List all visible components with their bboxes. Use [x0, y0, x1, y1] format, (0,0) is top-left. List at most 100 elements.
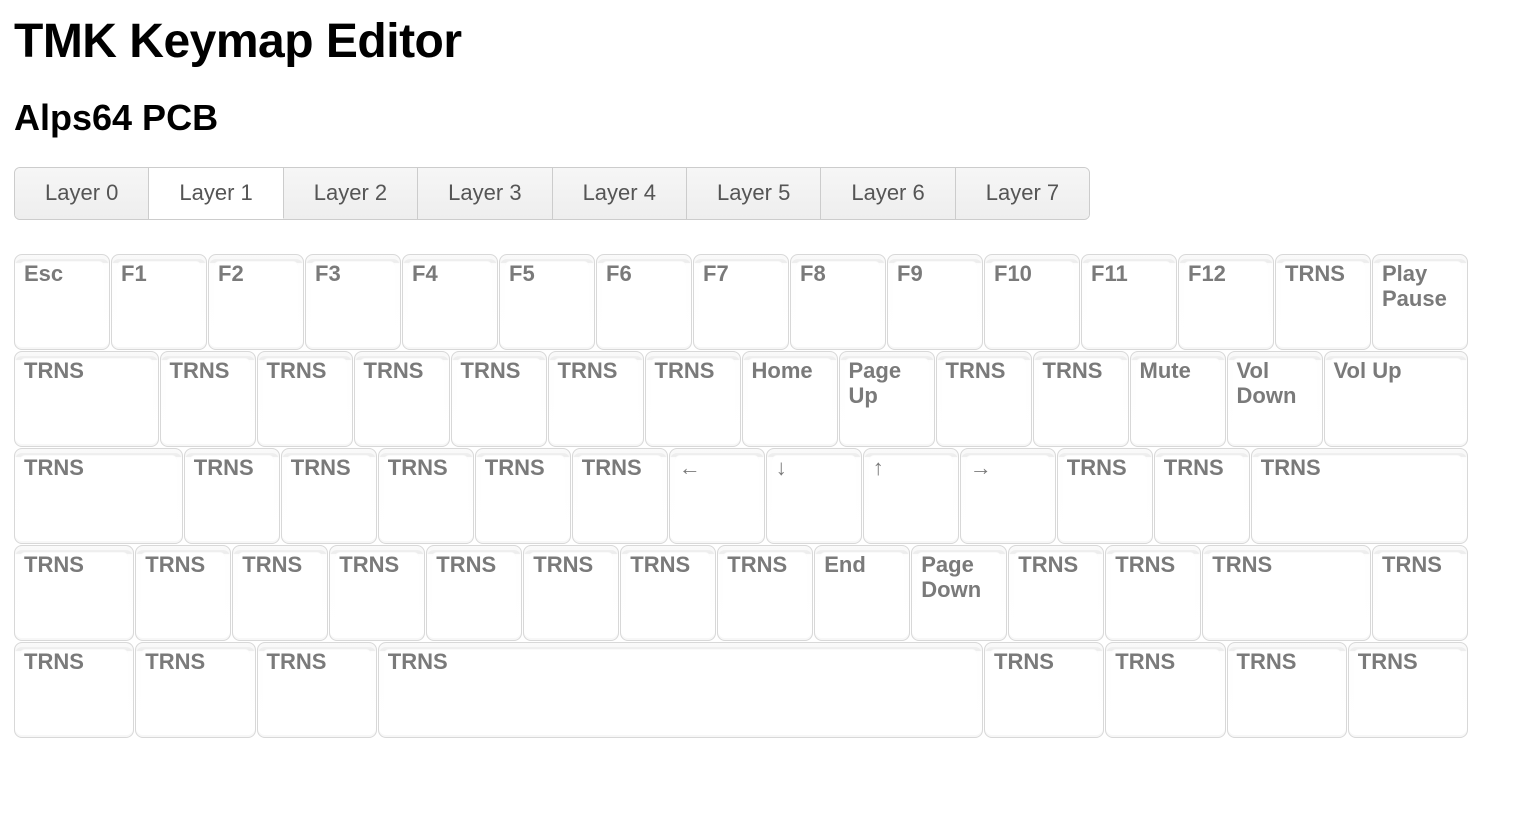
- key-label: ↑: [873, 455, 952, 480]
- key-r3-x14[interactable]: TRNS: [1372, 545, 1468, 641]
- key-r2-x7.75[interactable]: ↓: [766, 448, 862, 544]
- key-r3-x0[interactable]: TRNS: [14, 545, 134, 641]
- key-r1-x13.5[interactable]: Vol Up: [1324, 351, 1469, 447]
- key-r1-x11.5[interactable]: Mute: [1130, 351, 1226, 447]
- key-r4-x2.5[interactable]: TRNS: [257, 642, 377, 738]
- key-r0-x2[interactable]: F2: [208, 254, 304, 350]
- key-r0-x5[interactable]: F5: [499, 254, 595, 350]
- key-r2-x8.75[interactable]: ↑: [863, 448, 959, 544]
- key-label: F4: [412, 261, 491, 286]
- layer-tab-5[interactable]: Layer 5: [687, 168, 821, 219]
- key-label: F12: [1188, 261, 1267, 286]
- key-r3-x8.25[interactable]: End: [814, 545, 910, 641]
- layer-tab-0[interactable]: Layer 0: [15, 168, 149, 219]
- key-r3-x7.25[interactable]: TRNS: [717, 545, 813, 641]
- key-label: TRNS: [24, 455, 176, 480]
- layer-tabs: Layer 0Layer 1Layer 2Layer 3Layer 4Layer…: [14, 167, 1090, 220]
- key-r2-x1.75[interactable]: TRNS: [184, 448, 280, 544]
- key-r1-x4.5[interactable]: TRNS: [451, 351, 547, 447]
- key-r2-x10.75[interactable]: TRNS: [1057, 448, 1153, 544]
- key-r0-x12[interactable]: F12: [1178, 254, 1274, 350]
- key-r3-x11.25[interactable]: TRNS: [1105, 545, 1201, 641]
- key-r0-x8[interactable]: F8: [790, 254, 886, 350]
- key-label: Play Pause: [1382, 261, 1461, 312]
- layer-tab-7[interactable]: Layer 7: [956, 168, 1089, 219]
- key-r1-x7.5[interactable]: Home: [742, 351, 838, 447]
- key-label: TRNS: [1212, 552, 1364, 577]
- key-label: TRNS: [1115, 552, 1194, 577]
- key-r0-x6[interactable]: F6: [596, 254, 692, 350]
- key-label: TRNS: [1067, 455, 1146, 480]
- key-r3-x3.25[interactable]: TRNS: [329, 545, 425, 641]
- key-r1-x6.5[interactable]: TRNS: [645, 351, 741, 447]
- key-r4-x0[interactable]: TRNS: [14, 642, 134, 738]
- key-r2-x12.75[interactable]: TRNS: [1251, 448, 1468, 544]
- key-r4-x10[interactable]: TRNS: [984, 642, 1104, 738]
- key-r0-x13[interactable]: TRNS: [1275, 254, 1371, 350]
- key-r3-x10.25[interactable]: TRNS: [1008, 545, 1104, 641]
- key-r3-x2.25[interactable]: TRNS: [232, 545, 328, 641]
- key-r0-x4[interactable]: F4: [402, 254, 498, 350]
- key-r0-x7[interactable]: F7: [693, 254, 789, 350]
- key-label: TRNS: [436, 552, 515, 577]
- key-r4-x11.25[interactable]: TRNS: [1105, 642, 1225, 738]
- key-label: →: [970, 455, 1049, 480]
- key-label: TRNS: [291, 455, 370, 480]
- key-label: TRNS: [533, 552, 612, 577]
- key-r2-x5.75[interactable]: TRNS: [572, 448, 668, 544]
- key-r1-x0[interactable]: TRNS: [14, 351, 159, 447]
- key-label: TRNS: [994, 649, 1097, 674]
- key-label: Vol Up: [1334, 358, 1462, 383]
- key-r1-x1.5[interactable]: TRNS: [160, 351, 256, 447]
- key-r3-x1.25[interactable]: TRNS: [135, 545, 231, 641]
- key-label: TRNS: [24, 552, 127, 577]
- key-r0-x9[interactable]: F9: [887, 254, 983, 350]
- key-r0-x11[interactable]: F11: [1081, 254, 1177, 350]
- key-r1-x10.5[interactable]: TRNS: [1033, 351, 1129, 447]
- key-r3-x4.25[interactable]: TRNS: [426, 545, 522, 641]
- key-r2-x2.75[interactable]: TRNS: [281, 448, 377, 544]
- key-r1-x8.5[interactable]: Page Up: [839, 351, 935, 447]
- key-label: TRNS: [267, 649, 370, 674]
- layer-tab-1[interactable]: Layer 1: [149, 168, 283, 219]
- key-label: Mute: [1140, 358, 1219, 383]
- key-r0-x1[interactable]: F1: [111, 254, 207, 350]
- key-label: F1: [121, 261, 200, 286]
- key-label: TRNS: [1164, 455, 1243, 480]
- key-r2-x0[interactable]: TRNS: [14, 448, 183, 544]
- key-r4-x3.75[interactable]: TRNS: [378, 642, 983, 738]
- key-label: Home: [752, 358, 831, 383]
- key-r1-x3.5[interactable]: TRNS: [354, 351, 450, 447]
- key-r2-x3.75[interactable]: TRNS: [378, 448, 474, 544]
- key-r3-x12.25[interactable]: TRNS: [1202, 545, 1371, 641]
- key-r3-x5.25[interactable]: TRNS: [523, 545, 619, 641]
- key-label: TRNS: [1115, 649, 1218, 674]
- key-r1-x5.5[interactable]: TRNS: [548, 351, 644, 447]
- key-r0-x14[interactable]: Play Pause: [1372, 254, 1468, 350]
- key-r2-x4.75[interactable]: TRNS: [475, 448, 571, 544]
- key-r0-x10[interactable]: F10: [984, 254, 1080, 350]
- layer-tab-6[interactable]: Layer 6: [821, 168, 955, 219]
- layer-tab-2[interactable]: Layer 2: [284, 168, 418, 219]
- key-r4-x1.25[interactable]: TRNS: [135, 642, 255, 738]
- key-r1-x12.5[interactable]: Vol Down: [1227, 351, 1323, 447]
- key-r0-x0[interactable]: Esc: [14, 254, 110, 350]
- key-r2-x9.75[interactable]: →: [960, 448, 1056, 544]
- key-r2-x11.75[interactable]: TRNS: [1154, 448, 1250, 544]
- key-r3-x9.25[interactable]: Page Down: [911, 545, 1007, 641]
- key-label: TRNS: [1358, 649, 1461, 674]
- key-label: TRNS: [946, 358, 1025, 383]
- key-r0-x3[interactable]: F3: [305, 254, 401, 350]
- key-r1-x2.5[interactable]: TRNS: [257, 351, 353, 447]
- key-r4-x12.5[interactable]: TRNS: [1227, 642, 1347, 738]
- layer-tab-4[interactable]: Layer 4: [553, 168, 687, 219]
- key-r1-x9.5[interactable]: TRNS: [936, 351, 1032, 447]
- key-r3-x6.25[interactable]: TRNS: [620, 545, 716, 641]
- layer-tab-3[interactable]: Layer 3: [418, 168, 552, 219]
- key-r2-x6.75[interactable]: ←: [669, 448, 765, 544]
- key-r4-x13.75[interactable]: TRNS: [1348, 642, 1468, 738]
- key-label: TRNS: [170, 358, 249, 383]
- key-label: Page Up: [849, 358, 928, 409]
- key-label: Page Down: [921, 552, 1000, 603]
- key-label: TRNS: [388, 455, 467, 480]
